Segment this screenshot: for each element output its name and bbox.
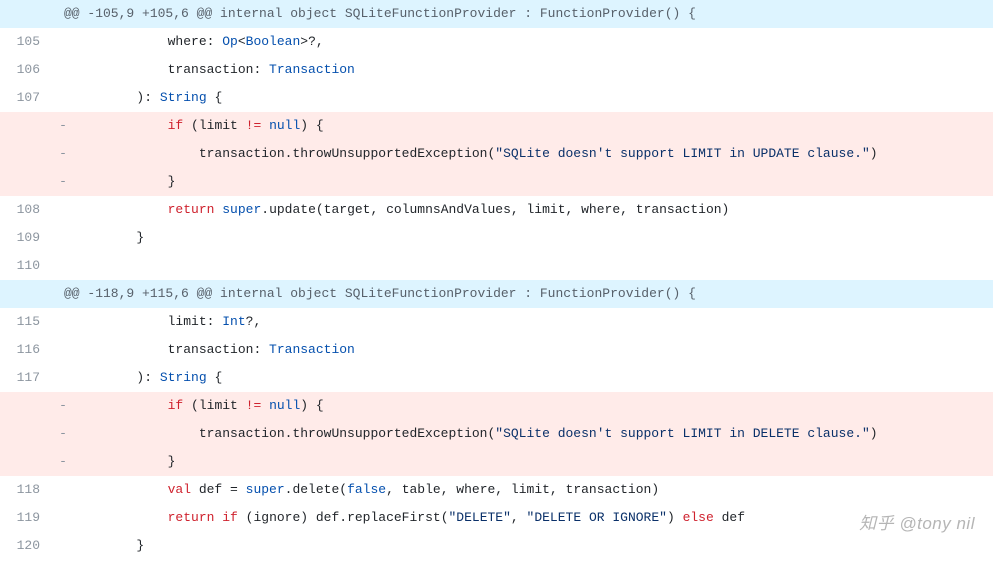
code-content: if (limit != null) { [74, 112, 993, 140]
deleted-line[interactable]: - if (limit != null) { [0, 392, 993, 420]
diff-viewer: @@ -105,9 +105,6 @@ internal object SQLi… [0, 0, 993, 560]
line-number [0, 420, 52, 448]
line-number [0, 140, 52, 168]
context-line[interactable]: 118 val def = super.delete(false, table,… [0, 476, 993, 504]
context-line[interactable]: 108 return super.update(target, columnsA… [0, 196, 993, 224]
code-content: return if (ignore) def.replaceFirst("DEL… [74, 504, 993, 532]
line-number [0, 168, 52, 196]
diff-sign [52, 532, 74, 560]
hunk-header-text: @@ -118,9 +115,6 @@ internal object SQLi… [52, 280, 993, 308]
line-number: 117 [0, 364, 52, 392]
diff-sign: - [52, 112, 74, 140]
line-number: 108 [0, 196, 52, 224]
context-line[interactable]: 106 transaction: Transaction [0, 56, 993, 84]
context-line[interactable]: 107 ): String { [0, 84, 993, 112]
context-line[interactable]: 115 limit: Int?, [0, 308, 993, 336]
diff-sign [52, 476, 74, 504]
line-number-gutter [0, 280, 52, 308]
code-content: transaction: Transaction [74, 56, 993, 84]
line-number [0, 448, 52, 476]
diff-sign [52, 196, 74, 224]
deleted-line[interactable]: - transaction.throwUnsupportedException(… [0, 140, 993, 168]
diff-sign [52, 28, 74, 56]
diff-sign: - [52, 168, 74, 196]
code-content: } [74, 448, 993, 476]
line-number: 109 [0, 224, 52, 252]
code-content: } [74, 168, 993, 196]
line-number [0, 112, 52, 140]
code-content: if (limit != null) { [74, 392, 993, 420]
hunk-header-text: @@ -105,9 +105,6 @@ internal object SQLi… [52, 0, 993, 28]
context-line[interactable]: 116 transaction: Transaction [0, 336, 993, 364]
diff-sign: - [52, 420, 74, 448]
line-number: 106 [0, 56, 52, 84]
line-number: 118 [0, 476, 52, 504]
diff-sign [52, 504, 74, 532]
context-line[interactable]: 120 } [0, 532, 993, 560]
code-content: limit: Int?, [74, 308, 993, 336]
line-number: 107 [0, 84, 52, 112]
line-number: 116 [0, 336, 52, 364]
line-number: 120 [0, 532, 52, 560]
diff-sign [52, 336, 74, 364]
diff-sign: - [52, 392, 74, 420]
context-line[interactable]: 109 } [0, 224, 993, 252]
line-number [0, 392, 52, 420]
deleted-line[interactable]: - if (limit != null) { [0, 112, 993, 140]
deleted-line[interactable]: - } [0, 448, 993, 476]
diff-sign [52, 84, 74, 112]
diff-sign [52, 308, 74, 336]
code-content: return super.update(target, columnsAndVa… [74, 196, 993, 224]
diff-sign: - [52, 448, 74, 476]
diff-sign: - [52, 140, 74, 168]
code-content: } [74, 224, 993, 252]
code-content: transaction.throwUnsupportedException("S… [74, 140, 993, 168]
line-number: 119 [0, 504, 52, 532]
context-line[interactable]: 110 [0, 252, 993, 280]
line-number: 105 [0, 28, 52, 56]
context-line[interactable]: 119 return if (ignore) def.replaceFirst(… [0, 504, 993, 532]
diff-sign [52, 364, 74, 392]
code-content: transaction.throwUnsupportedException("S… [74, 420, 993, 448]
hunk-header[interactable]: @@ -105,9 +105,6 @@ internal object SQLi… [0, 0, 993, 28]
code-content [74, 252, 993, 280]
code-content: } [74, 532, 993, 560]
deleted-line[interactable]: - transaction.throwUnsupportedException(… [0, 420, 993, 448]
code-content: ): String { [74, 84, 993, 112]
code-content: val def = super.delete(false, table, whe… [74, 476, 993, 504]
deleted-line[interactable]: - } [0, 168, 993, 196]
code-content: where: Op<Boolean>?, [74, 28, 993, 56]
line-number: 115 [0, 308, 52, 336]
line-number-gutter [0, 0, 52, 28]
code-content: transaction: Transaction [74, 336, 993, 364]
code-content: ): String { [74, 364, 993, 392]
context-line[interactable]: 117 ): String { [0, 364, 993, 392]
diff-sign [52, 252, 74, 280]
diff-sign [52, 56, 74, 84]
line-number: 110 [0, 252, 52, 280]
hunk-header[interactable]: @@ -118,9 +115,6 @@ internal object SQLi… [0, 280, 993, 308]
diff-sign [52, 224, 74, 252]
context-line[interactable]: 105 where: Op<Boolean>?, [0, 28, 993, 56]
